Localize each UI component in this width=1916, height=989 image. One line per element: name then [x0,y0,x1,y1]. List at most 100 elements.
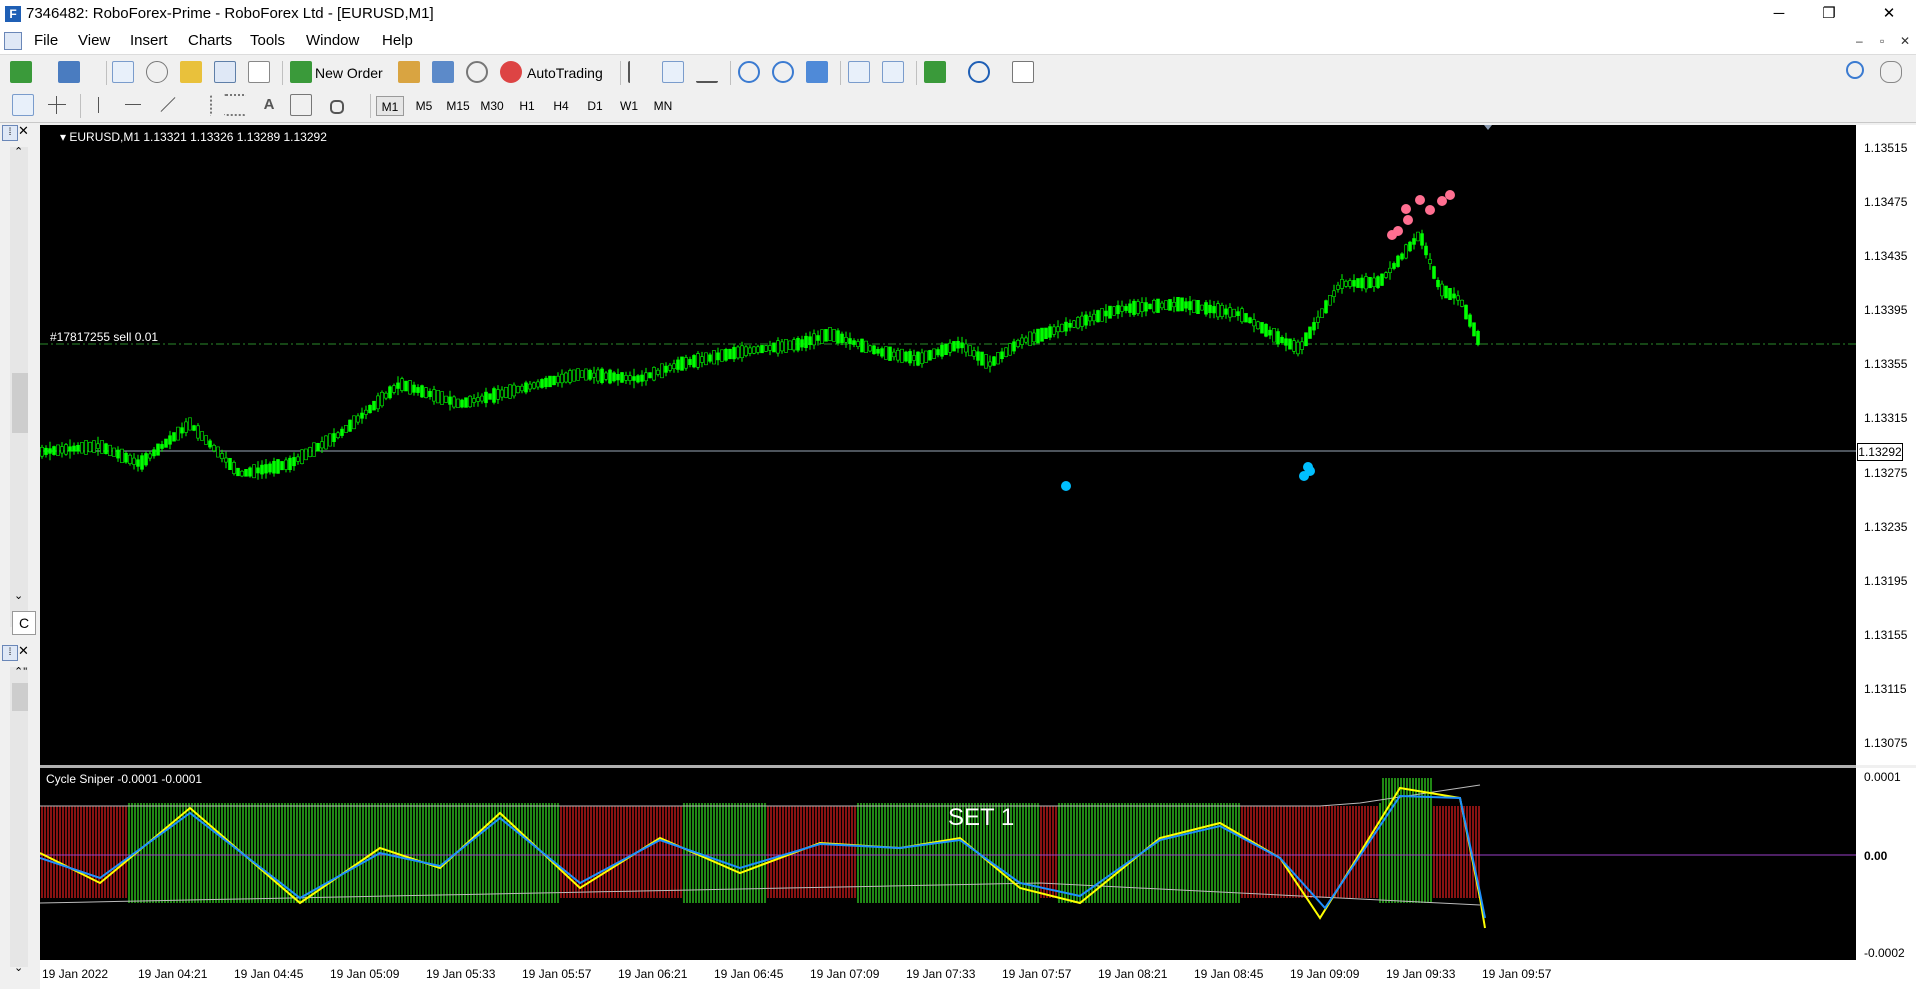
new-chart-icon[interactable] [10,61,32,83]
chart-document-icon[interactable] [4,32,22,50]
scroll-thumb[interactable] [12,683,28,711]
candle-body [48,448,52,454]
market-watch-icon[interactable] [112,61,134,83]
candle-body [1248,317,1252,324]
menu-insert[interactable]: Insert [130,32,168,49]
timeframe-m30[interactable]: M30 [478,96,506,116]
timeframe-h4[interactable]: H4 [547,96,575,116]
metaeditor-icon[interactable] [398,61,420,83]
horizontal-line-icon[interactable] [122,94,144,116]
candle-body [932,348,936,359]
navigator-icon[interactable] [180,61,202,83]
candle-body [140,455,144,470]
price-chart[interactable] [40,125,1856,765]
chat-icon[interactable] [1880,61,1902,83]
panel-tab[interactable]: C [12,611,36,635]
candle-body [1456,295,1460,301]
vertical-line-icon[interactable] [88,94,110,116]
autotrading-button[interactable]: AutoTrading [527,65,603,81]
search-icon[interactable] [1846,61,1864,79]
mdi-restore-icon[interactable]: ▫ [1880,34,1884,48]
signals-icon[interactable] [466,61,488,83]
mdi-minimize-icon[interactable]: – [1856,34,1863,48]
new-order-icon[interactable] [290,61,312,83]
tile-windows-icon[interactable] [806,61,828,83]
bar-chart-icon[interactable] [628,61,650,83]
auto-scroll-icon[interactable] [848,61,870,83]
panel-scrollbar[interactable] [10,667,28,967]
timeframe-m15[interactable]: M15 [444,96,472,116]
candle-body [600,368,604,383]
arrows-icon[interactable] [326,94,348,116]
cursor-icon[interactable] [12,94,34,116]
mdi-close-icon[interactable]: ✕ [1900,34,1910,48]
timeframe-h1[interactable]: H1 [513,96,541,116]
scroll-down-icon[interactable]: ⌄ [14,589,23,602]
line-chart-icon[interactable] [696,61,718,83]
candle-body [444,395,448,403]
scroll-thumb[interactable] [12,373,28,433]
equidistant-channel-icon[interactable] [190,94,212,116]
scroll-up-icon[interactable]: ⌃" [14,665,27,678]
panel-close-icon[interactable]: ✕ [18,123,29,139]
autotrading-icon[interactable] [500,61,522,83]
zoom-in-icon[interactable] [738,61,760,83]
chart-shift-icon[interactable] [882,61,904,83]
templates-icon[interactable] [1012,61,1034,83]
fibonacci-icon[interactable] [224,94,246,116]
candlestick-chart-icon[interactable] [662,61,684,83]
minimize-button[interactable]: ─ [1756,0,1802,28]
candle-body [624,375,628,381]
candle-body [1324,300,1328,314]
candle-body [228,457,232,470]
panel-pin-icon[interactable]: ⁞ [2,645,18,661]
indicator-window[interactable] [40,768,1856,960]
candle-body [784,339,788,353]
indicators-icon[interactable] [924,61,946,83]
menu-view[interactable]: View [78,32,110,49]
candle-body [1396,255,1400,267]
scroll-down-icon[interactable]: ⌄ [14,961,23,974]
market-icon[interactable] [432,61,454,83]
candle-body [648,372,652,379]
menu-window[interactable]: Window [306,32,359,49]
panel-pin-icon[interactable]: ⁞ [2,125,18,141]
timeframe-mn[interactable]: MN [649,96,677,116]
new-order-button[interactable]: New Order [315,65,383,81]
timeframe-m5[interactable]: M5 [410,96,438,116]
menu-file[interactable]: File [34,32,58,49]
candle-body [92,440,96,453]
periods-icon[interactable] [968,61,990,83]
terminal-icon[interactable] [214,61,236,83]
candle-body [64,444,68,455]
candle-body [136,459,140,467]
candle-body [740,345,744,359]
window-splitter[interactable] [40,765,1856,768]
candle-body [424,387,428,399]
profiles-icon[interactable] [58,61,80,83]
chart-shift-marker[interactable] [1484,125,1492,130]
timeframe-m1[interactable]: M1 [376,96,404,116]
timeframe-w1[interactable]: W1 [615,96,643,116]
menu-charts[interactable]: Charts [188,32,232,49]
candle-body [1348,280,1352,287]
close-button[interactable]: ✕ [1866,0,1912,28]
strategy-tester-icon[interactable] [248,61,270,83]
timeframe-d1[interactable]: D1 [581,96,609,116]
candle-body [488,393,492,400]
zoom-out-icon[interactable] [772,61,794,83]
data-window-icon[interactable] [146,61,168,83]
text-label-icon[interactable] [290,94,312,116]
scroll-up-icon[interactable]: ⌃ [14,145,23,158]
indicator-axis[interactable] [1856,768,1916,960]
set-label: SET 1 [948,804,1015,831]
trendline-icon[interactable] [156,94,178,116]
panel-close-icon[interactable]: ✕ [18,643,29,659]
menu-tools[interactable]: Tools [250,32,285,49]
text-icon[interactable]: A [258,94,280,116]
restore-button[interactable]: ❐ [1806,0,1852,28]
candle-body [1300,341,1304,350]
crosshair-icon[interactable] [46,94,68,116]
menu-help[interactable]: Help [382,32,413,49]
candle-body [872,345,876,355]
